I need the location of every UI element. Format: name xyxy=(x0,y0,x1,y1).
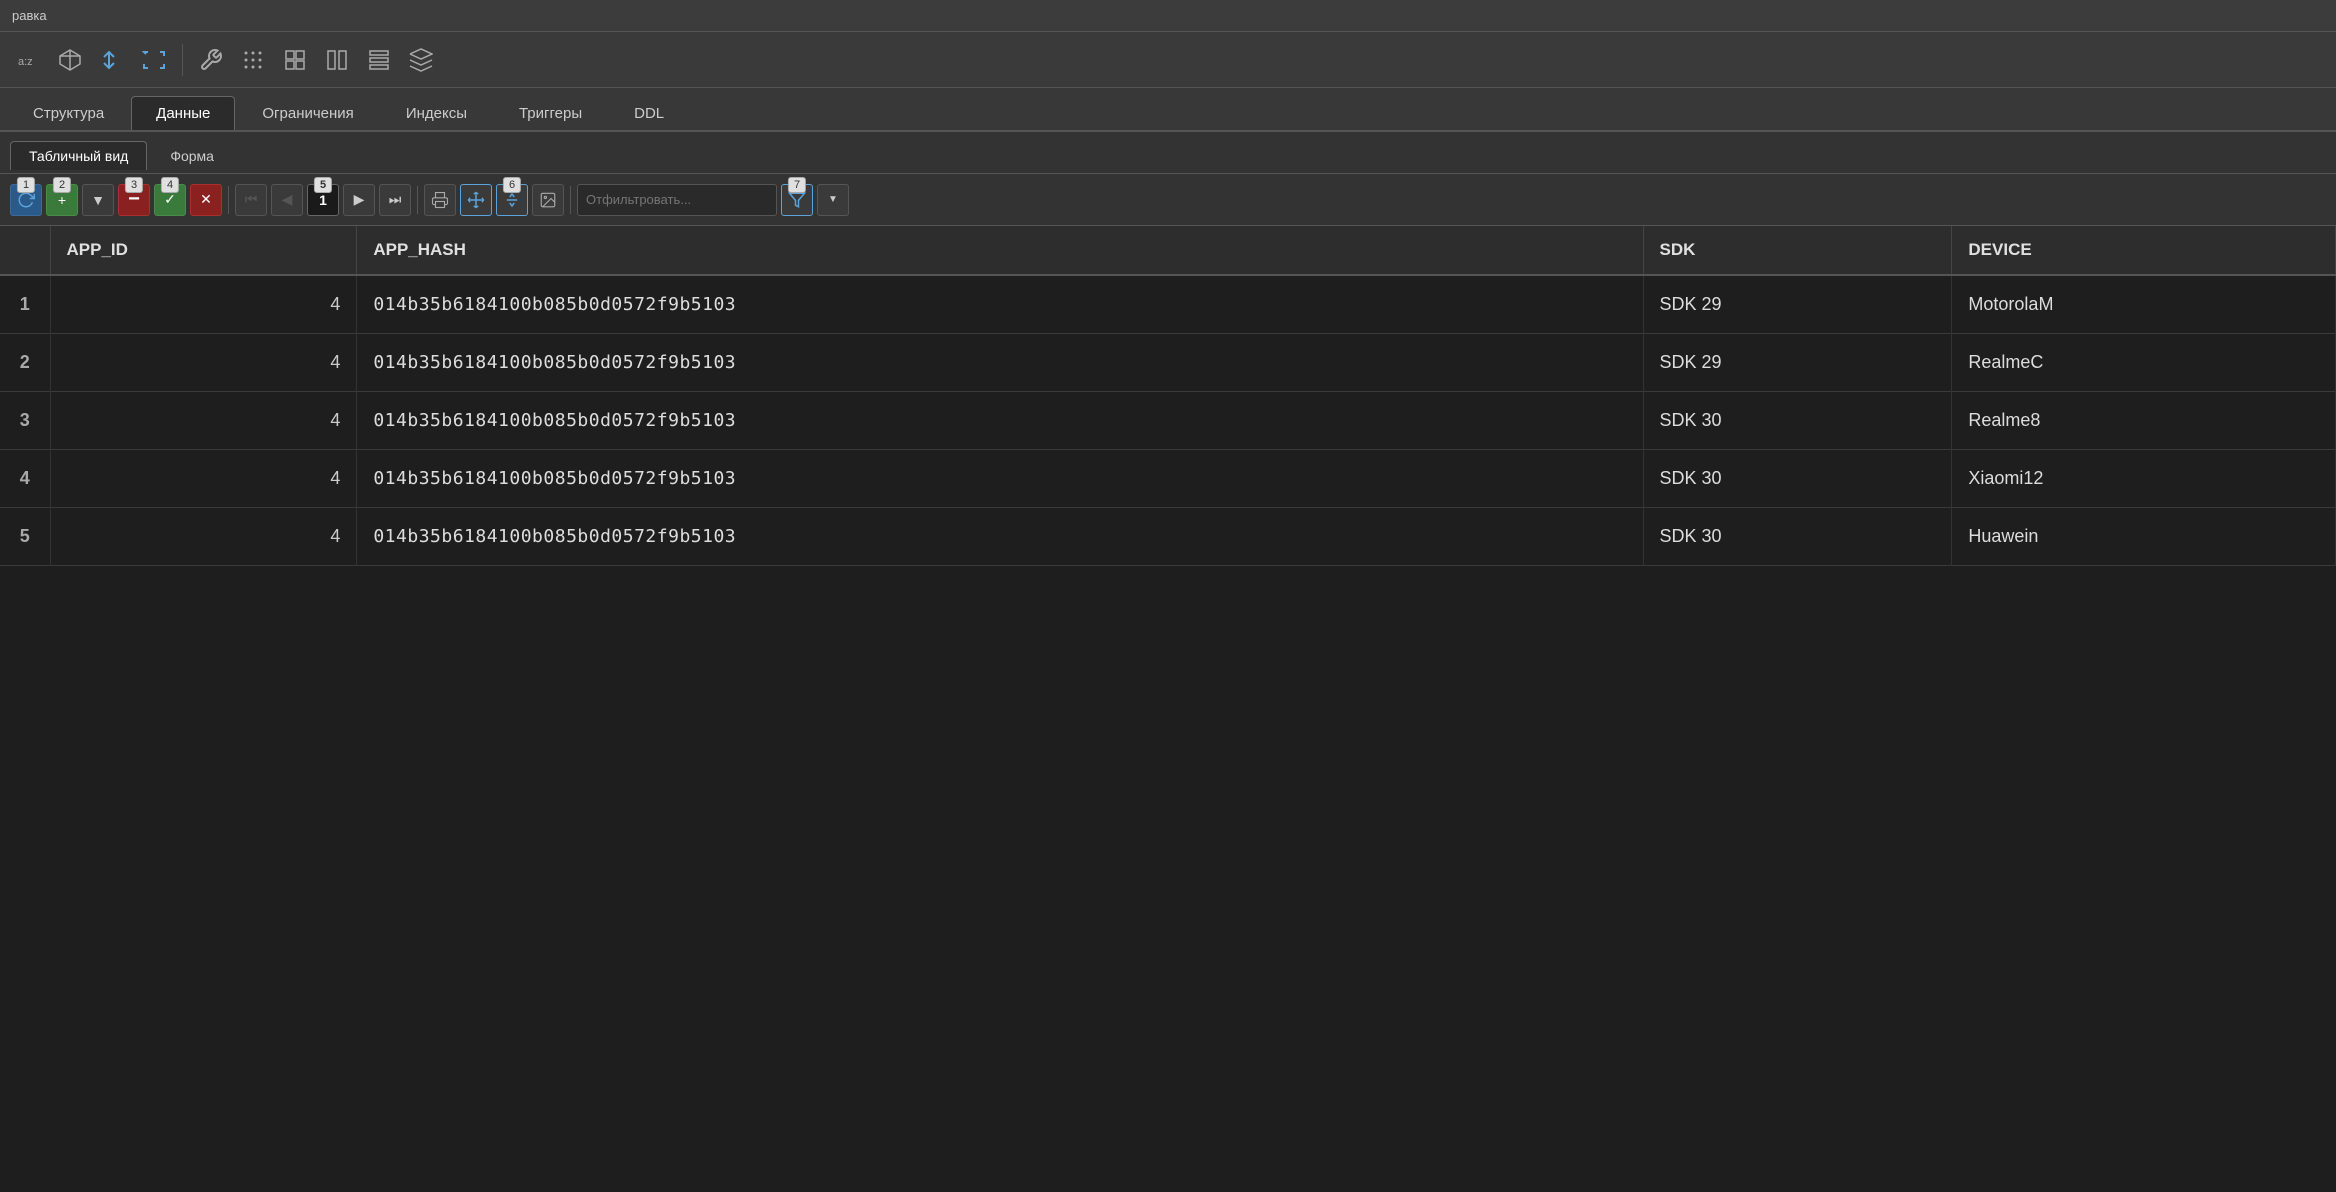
dt-sep-2 xyxy=(417,186,418,214)
main-tabs: Структура Данные Ограничения Индексы Три… xyxy=(0,88,2336,132)
expand-rows-button[interactable] xyxy=(460,184,492,216)
cell-sdk: SDK 29 xyxy=(1643,275,1952,334)
cell-sdk: SDK 29 xyxy=(1643,334,1952,392)
table-row[interactable]: 1 4 014b35b6184100b085b0d0572f9b5103 SDK… xyxy=(0,275,2336,334)
cell-sdk: SDK 30 xyxy=(1643,392,1952,450)
badge-6: 6 xyxy=(503,177,521,193)
data-table-container: APP_ID APP_HASH SDK DEVICE 1 4 014b35b61… xyxy=(0,226,2336,1192)
cell-rownum: 5 xyxy=(0,508,50,566)
print-button[interactable] xyxy=(424,184,456,216)
cancel-button[interactable]: ✕ xyxy=(190,184,222,216)
tab-triggers[interactable]: Триггеры xyxy=(494,96,607,130)
col-header-app-hash[interactable]: APP_HASH xyxy=(357,226,1643,275)
subtab-table-view[interactable]: Табличный вид xyxy=(10,141,147,170)
cell-rownum: 2 xyxy=(0,334,50,392)
data-table: APP_ID APP_HASH SDK DEVICE 1 4 014b35b61… xyxy=(0,226,2336,566)
title-text: равка xyxy=(12,8,47,23)
grid-dots-icon[interactable] xyxy=(235,42,271,78)
filter-button[interactable]: 7 xyxy=(781,184,813,216)
cell-app-id: 4 xyxy=(50,450,357,508)
table-header-row: APP_ID APP_HASH SDK DEVICE xyxy=(0,226,2336,275)
cell-app-hash: 014b35b6184100b085b0d0572f9b5103 xyxy=(357,334,1643,392)
toolbar-sep-1 xyxy=(182,44,183,76)
prev-page-button[interactable]: ◀ xyxy=(271,184,303,216)
data-toolbar: 1 2 + ▼ 3 − 4 ✓ ✕ xyxy=(0,174,2336,226)
cell-app-hash: 014b35b6184100b085b0d0572f9b5103 xyxy=(357,450,1643,508)
cell-device: Huawein xyxy=(1952,508,2336,566)
cell-app-id: 4 xyxy=(50,334,357,392)
subtabs: Табличный вид Форма xyxy=(0,132,2336,174)
first-page-button[interactable]: ⏮ xyxy=(235,184,267,216)
badge-5: 5 xyxy=(314,177,332,193)
cell-rownum: 3 xyxy=(0,392,50,450)
title-bar: равка xyxy=(0,0,2336,32)
table-row[interactable]: 5 4 014b35b6184100b085b0d0572f9b5103 SDK… xyxy=(0,508,2336,566)
dt-sep-3 xyxy=(570,186,571,214)
filter-input[interactable] xyxy=(577,184,777,216)
wrench-icon[interactable] xyxy=(193,42,229,78)
table-row[interactable]: 2 4 014b35b6184100b085b0d0572f9b5103 SDK… xyxy=(0,334,2336,392)
add-dropdown-button[interactable]: ▼ xyxy=(82,184,114,216)
table-row[interactable]: 3 4 014b35b6184100b085b0d0572f9b5103 SDK… xyxy=(0,392,2336,450)
cell-device: MotorolaM xyxy=(1952,275,2336,334)
delete-button[interactable]: 3 − xyxy=(118,184,150,216)
tab-constraints[interactable]: Ограничения xyxy=(237,96,378,130)
current-page-display: 5 1 xyxy=(307,184,339,216)
subtab-form[interactable]: Форма xyxy=(151,141,233,170)
confirm-button[interactable]: 4 ✓ xyxy=(154,184,186,216)
svg-text:a:z: a:z xyxy=(18,56,33,68)
cell-app-id: 4 xyxy=(50,508,357,566)
refresh-button[interactable]: 1 xyxy=(10,184,42,216)
cell-sdk: SDK 30 xyxy=(1643,450,1952,508)
cell-app-id: 4 xyxy=(50,392,357,450)
badge-1: 1 xyxy=(17,177,35,193)
tab-indexes[interactable]: Индексы xyxy=(381,96,492,130)
table-row[interactable]: 4 4 014b35b6184100b085b0d0572f9b5103 SDK… xyxy=(0,450,2336,508)
cell-app-hash: 014b35b6184100b085b0d0572f9b5103 xyxy=(357,275,1643,334)
add-button[interactable]: 2 + xyxy=(46,184,78,216)
toolbar: a:z xyxy=(0,32,2336,88)
cell-rownum: 1 xyxy=(0,275,50,334)
layers-icon[interactable] xyxy=(403,42,439,78)
cell-device: Xiaomi12 xyxy=(1952,450,2336,508)
expand-icon[interactable] xyxy=(136,42,172,78)
collapse-icon[interactable] xyxy=(94,42,130,78)
badge-2: 2 xyxy=(53,177,71,193)
last-page-button[interactable]: ⏭ xyxy=(379,184,411,216)
badge-3: 3 xyxy=(125,177,143,193)
cell-app-hash: 014b35b6184100b085b0d0572f9b5103 xyxy=(357,508,1643,566)
tab-data[interactable]: Данные xyxy=(131,96,235,130)
cell-device: RealmeC xyxy=(1952,334,2336,392)
col-header-sdk[interactable]: SDK xyxy=(1643,226,1952,275)
cell-app-hash: 014b35b6184100b085b0d0572f9b5103 xyxy=(357,392,1643,450)
rows-icon[interactable] xyxy=(361,42,397,78)
columns-icon[interactable] xyxy=(319,42,355,78)
badge-7: 7 xyxy=(788,177,806,193)
cell-device: Realme8 xyxy=(1952,392,2336,450)
dt-sep-1 xyxy=(228,186,229,214)
tab-ddl[interactable]: DDL xyxy=(609,96,689,130)
cell-rownum: 4 xyxy=(0,450,50,508)
grid-squares-icon[interactable] xyxy=(277,42,313,78)
col-header-device[interactable]: DEVICE xyxy=(1952,226,2336,275)
cell-sdk: SDK 30 xyxy=(1643,508,1952,566)
next-page-button[interactable]: ▶ xyxy=(343,184,375,216)
image-button[interactable] xyxy=(532,184,564,216)
az-icon[interactable]: a:z xyxy=(10,42,46,78)
badge-4: 4 xyxy=(161,177,179,193)
cell-app-id: 4 xyxy=(50,275,357,334)
filter-dropdown-button[interactable]: ▼ xyxy=(817,184,849,216)
tab-structure[interactable]: Структура xyxy=(8,96,129,130)
col-header-rownum xyxy=(0,226,50,275)
cube-icon[interactable] xyxy=(52,42,88,78)
col-header-app-id[interactable]: APP_ID xyxy=(50,226,357,275)
collapse-rows-button[interactable]: 6 xyxy=(496,184,528,216)
